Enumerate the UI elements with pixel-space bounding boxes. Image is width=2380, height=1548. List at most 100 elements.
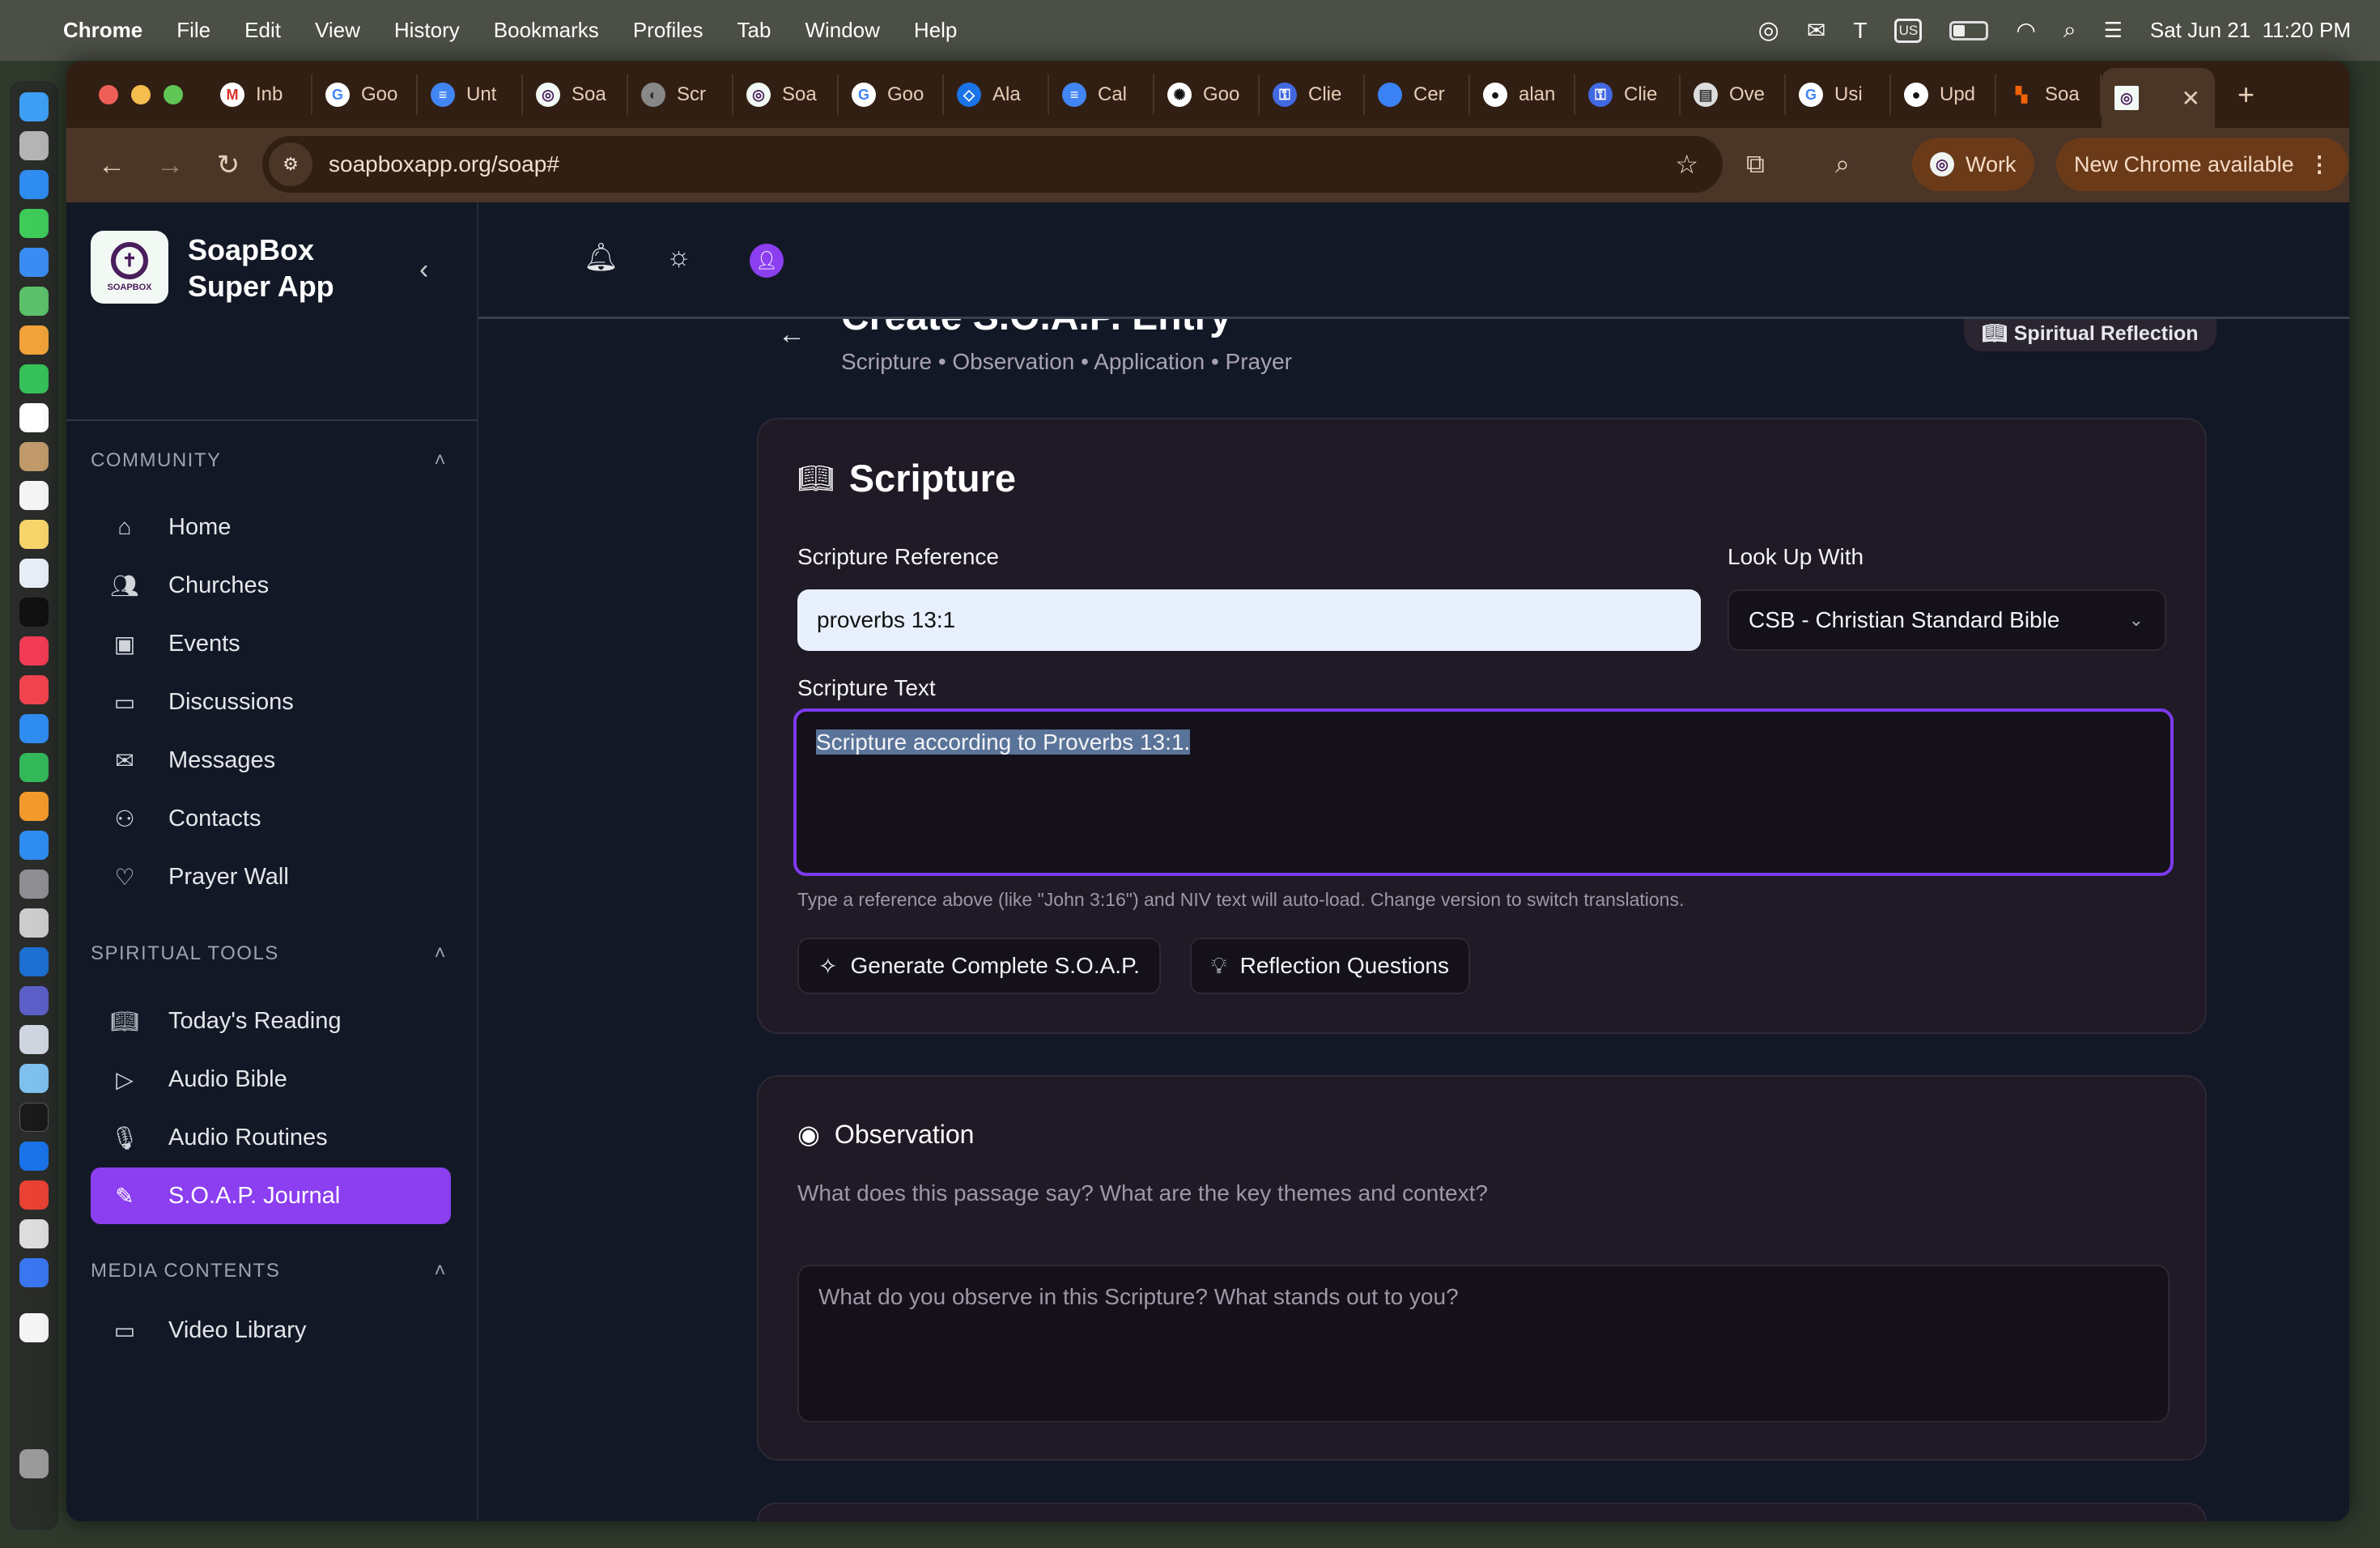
tab[interactable]: ● alan (1470, 74, 1575, 115)
sidebar-item-today-s-reading[interactable]: 📖︎ Today's Reading (91, 993, 451, 1049)
chrome-update-button[interactable]: New Chrome available ⋮ (2056, 138, 2348, 191)
menu-history[interactable]: History (394, 18, 460, 43)
address-bar[interactable]: ⚙ soapboxapp.org/soap# ☆ (262, 136, 1723, 193)
photos-icon[interactable] (19, 325, 49, 355)
menu-edit[interactable]: Edit (244, 18, 281, 43)
menu-help[interactable]: Help (914, 18, 957, 43)
chevron-up-icon[interactable]: ˄ (434, 449, 447, 472)
tab[interactable]: ≡ Unt (418, 74, 523, 115)
numbers-icon[interactable] (19, 753, 49, 782)
reload-button[interactable]: ↻ (199, 149, 257, 181)
zoom-window-button[interactable] (164, 85, 183, 104)
finder-icon[interactable] (19, 92, 49, 121)
back-arrow-icon[interactable]: ← (778, 319, 805, 351)
tv-icon[interactable] (19, 598, 49, 627)
preview-icon[interactable] (19, 1064, 49, 1093)
sidebar-item-s-o-a-p-journal[interactable]: ✎ S.O.A.P. Journal (91, 1167, 451, 1224)
menu-tab[interactable]: Tab (737, 18, 771, 43)
document-icon[interactable] (19, 1313, 49, 1342)
section-header-community[interactable]: COMMUNITY ˄ (91, 449, 447, 472)
scripture-text-area[interactable]: Scripture according to Proverbs 13:1. (793, 708, 2174, 876)
teams-icon[interactable]: T (1853, 18, 1867, 44)
soapbox-logo[interactable]: ✝ SOAPBOX (91, 231, 168, 304)
section-header-media-contents[interactable]: MEDIA CONTENTS ˄ (91, 1260, 447, 1282)
tab[interactable]: ✺ Goo (1154, 74, 1260, 115)
iphone-mirroring-icon[interactable] (19, 908, 49, 938)
menu-file[interactable]: File (176, 18, 210, 43)
control-center-icon[interactable]: ☰ (2104, 18, 2123, 43)
tab[interactable]: ⚿ Clie (1260, 74, 1365, 115)
chevron-up-icon[interactable]: ˄ (434, 1260, 447, 1282)
tab-active-soapbox[interactable]: ◎ ✕ (2102, 68, 2215, 128)
collapse-sidebar-icon[interactable]: ‹ (419, 254, 428, 286)
outlook-app-icon[interactable] (19, 947, 49, 976)
printer-icon[interactable] (19, 1219, 49, 1248)
sidebar-item-events[interactable]: ▣ Events (91, 615, 451, 672)
pages-icon[interactable] (19, 792, 49, 821)
bell-icon[interactable]: 🔔︎ (584, 241, 618, 274)
tab[interactable]: G Goo (839, 74, 944, 115)
bible-version-select[interactable]: CSB - Christian Standard Bible ⌄ (1728, 589, 2166, 651)
menu-view[interactable]: View (315, 18, 360, 43)
calendar-icon[interactable] (19, 403, 49, 432)
forward-button[interactable]: → (141, 150, 199, 181)
menu-app-name[interactable]: Chrome (63, 18, 142, 43)
tab[interactable]: ⚿ Clie (1575, 74, 1681, 115)
remote-desktop-icon[interactable] (19, 1025, 49, 1054)
tab[interactable]: ◎ Soa (523, 74, 628, 115)
terminal-icon[interactable] (19, 1103, 49, 1132)
reminders-icon[interactable] (19, 481, 49, 510)
tab[interactable]: ≡ Cal (1049, 74, 1154, 115)
bookmark-star-icon[interactable]: ☆ (1675, 149, 1698, 180)
settings-icon[interactable] (19, 870, 49, 899)
tab[interactable]: ◎ Soa (733, 74, 839, 115)
close-window-button[interactable] (99, 85, 118, 104)
keyboard-input-indicator[interactable]: US (1894, 18, 1923, 43)
tab[interactable]: G Usi (1786, 74, 1891, 115)
section-header-spiritual-tools[interactable]: SPIRITUAL TOOLS ˄ (91, 942, 447, 965)
tab[interactable]: ◇ Ala (944, 74, 1049, 115)
notes-icon[interactable] (19, 520, 49, 549)
contacts-icon[interactable] (19, 442, 49, 471)
tab[interactable]: M Inb (207, 74, 312, 115)
chrome-icon[interactable] (19, 1180, 49, 1210)
chevron-up-icon[interactable]: ˄ (434, 942, 447, 965)
tab[interactable]: ◐ Scr (628, 74, 733, 115)
sun-theme-icon[interactable]: ☼ (666, 241, 691, 273)
more-menu-icon[interactable]: ⋮ (2309, 152, 2331, 177)
sidebar-item-churches[interactable]: 👥︎ Churches (91, 557, 451, 614)
url-text[interactable]: soapboxapp.org/soap# (329, 151, 559, 177)
clock[interactable]: Sat Jun 21 11:20 PM (2150, 18, 2351, 43)
sidebar-item-discussions[interactable]: ▭ Discussions (91, 674, 451, 730)
mail-icon[interactable] (19, 248, 49, 277)
wifi-icon[interactable]: ◠ (2016, 17, 2035, 44)
freeform-icon[interactable] (19, 559, 49, 588)
scripture-reference-input[interactable]: proverbs 13:1 (797, 589, 1701, 651)
site-info-icon[interactable]: ⚙ (269, 142, 312, 186)
tab[interactable]: G Goo (312, 74, 418, 115)
outlook-icon[interactable]: ✉ (1807, 17, 1825, 44)
tab[interactable]: ● Upd (1891, 74, 1996, 115)
sidebar-item-home[interactable]: ⌂ Home (91, 499, 451, 555)
facetime-icon[interactable] (19, 364, 49, 393)
back-button[interactable]: ← (83, 150, 141, 181)
tab-search-icon[interactable]: ⌕ (1835, 149, 1850, 180)
music-icon[interactable] (19, 636, 49, 666)
battery-icon[interactable] (1949, 20, 1989, 40)
news-icon[interactable] (19, 675, 49, 704)
keynote-icon[interactable] (19, 714, 49, 743)
sidebar-item-prayer-wall[interactable]: ♡ Prayer Wall (91, 848, 451, 905)
menu-profiles[interactable]: Profiles (633, 18, 703, 43)
new-tab-button[interactable]: + (2238, 78, 2255, 112)
launchpad-icon[interactable] (19, 131, 49, 160)
tab[interactable]: ▤ Ove (1681, 74, 1786, 115)
menu-window[interactable]: Window (805, 18, 879, 43)
profile-button[interactable]: ◎ Work (1912, 138, 2034, 191)
maps-icon[interactable] (19, 287, 49, 316)
tab[interactable]: ▚ Soa (1996, 74, 2102, 115)
sidebar-item-contacts[interactable]: ⚇ Contacts (91, 790, 451, 847)
messages-icon[interactable] (19, 209, 49, 238)
reflection-questions-button[interactable]: 💡︎ Reflection Questions (1190, 938, 1470, 994)
user-avatar-icon[interactable]: 👤︎ (750, 244, 784, 278)
minimize-window-button[interactable] (131, 85, 151, 104)
